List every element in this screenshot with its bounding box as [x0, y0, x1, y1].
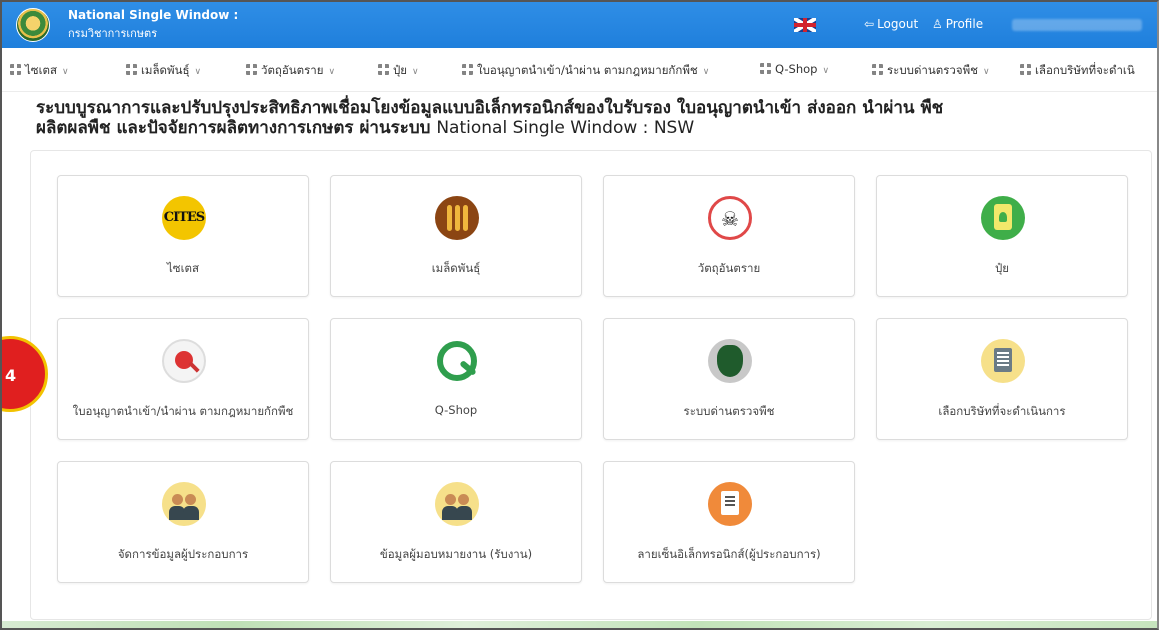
e-signature-icon: [708, 482, 752, 526]
page-title: ระบบบูรณาการและปรับปรุงประสิทธิภาพเชื่อม…: [36, 98, 1136, 138]
menu-item-label: ใบอนุญาตนำเข้า/นำผ่าน ตามกฎหมายกักพืช: [477, 63, 698, 77]
logout-label: Logout: [877, 17, 919, 31]
brand-subtitle: กรมวิชาการเกษตร: [68, 27, 158, 40]
chevron-down-icon: ∨: [62, 67, 69, 77]
chevron-down-icon: ∨: [702, 67, 710, 77]
top-header: National Single Window : กรมวิชาการเกษตร…: [2, 2, 1157, 48]
hazard-icon: ☠: [708, 196, 752, 240]
menu-item-label: ระบบด่านตรวจพืช: [887, 63, 978, 77]
menu-item-plant-checkpoint[interactable]: ระบบด่านตรวจพืช ∨: [872, 62, 990, 80]
card-select-company[interactable]: เลือกบริษัทที่จะดำเนินการ: [876, 318, 1128, 440]
grid-icon: [1020, 64, 1031, 75]
menu-item-label: ไซเตส: [25, 63, 58, 77]
doa-logo-icon: [16, 8, 50, 42]
cites-icon-text: CITES: [163, 210, 205, 225]
profile-button[interactable]: ♙ Profile: [932, 17, 983, 31]
page-title-line2: ผลิตผลพืช และปัจจัยการผลิตทางการเกษตร ผ่…: [36, 118, 1136, 138]
card-e-signature[interactable]: ลายเซ็นอิเล็กทรอนิกส์(ผู้ประกอบการ): [603, 461, 855, 583]
manage-operator-icon: [162, 482, 206, 526]
grid-icon: [872, 64, 883, 75]
menu-item-cites[interactable]: ไซเตส ∨: [10, 62, 69, 80]
page-title-line2-text: ผลิตผลพืช และปัจจัยการผลิตทางการเกษตร ผ่…: [36, 118, 431, 138]
card-cites[interactable]: CITES ไซเตส: [57, 175, 309, 297]
card-label: ลายเซ็นอิเล็กทรอนิกส์(ผู้ประกอบการ): [637, 547, 821, 561]
assignor-info-icon: [435, 482, 479, 526]
profile-icon: ♙: [932, 17, 943, 31]
menu-item-select-company[interactable]: เลือกบริษัทที่จะดำเนิ: [1020, 62, 1135, 80]
card-label: ใบอนุญาตนำเข้า/นำผ่าน ตามกฎหมายกักพืช: [72, 404, 294, 418]
menu-item-hazardous[interactable]: วัตถุอันตราย ∨: [246, 62, 335, 80]
card-label: เลือกบริษัทที่จะดำเนินการ: [938, 404, 1066, 418]
main-menu: ไซเตส ∨ เมล็ดพันธุ์ ∨ วัตถุอันตราย ∨ ปุ๋ย ∨ …: [2, 48, 1157, 92]
card-assignor-info[interactable]: ข้อมูลผู้มอบหมายงาน (รับงาน): [330, 461, 582, 583]
chevron-down-icon: ∨: [822, 66, 830, 76]
menu-item-label: ปุ๋ย: [393, 63, 408, 77]
chevron-down-icon: ∨: [982, 67, 990, 77]
card-qshop[interactable]: Q-Shop: [330, 318, 582, 440]
chevron-down-icon: ∨: [412, 67, 419, 77]
cites-icon: CITES: [162, 196, 206, 240]
menu-item-fertilizer[interactable]: ปุ๋ย ∨: [378, 62, 419, 80]
fertilizer-icon: [981, 196, 1025, 240]
hazard-icon-glyph: ☠: [721, 207, 739, 231]
card-label: Q-Shop: [434, 403, 478, 417]
profile-label: Profile: [945, 17, 984, 31]
page-title-line1: ระบบบูรณาการและปรับปรุงประสิทธิภาพเชื่อม…: [36, 98, 944, 118]
menu-item-label: Q-Shop: [775, 62, 818, 76]
logout-button[interactable]: ⇦ Logout: [864, 17, 918, 31]
annotation-number: 4: [5, 366, 17, 385]
module-panel: CITES ไซเตส เมล็ดพันธุ์ ☠ วัตถุอันตราย ป…: [30, 150, 1152, 620]
grid-icon: [126, 64, 137, 75]
card-seed[interactable]: เมล็ดพันธุ์: [330, 175, 582, 297]
qshop-icon: [435, 339, 479, 383]
menu-item-qshop[interactable]: Q-Shop ∨: [760, 62, 829, 76]
card-import-permit[interactable]: ใบอนุญาตนำเข้า/นำผ่าน ตามกฎหมายกักพืช: [57, 318, 309, 440]
menu-item-import-permit[interactable]: ใบอนุญาตนำเข้า/นำผ่าน ตามกฎหมายกักพืช ∨: [462, 62, 709, 80]
seed-icon: [435, 196, 479, 240]
app-window: National Single Window : กรมวิชาการเกษตร…: [0, 0, 1159, 630]
card-label: ระบบด่านตรวจพืช: [683, 404, 775, 418]
page-title-nsw: National Single Window : NSW: [436, 118, 695, 138]
plant-quarantine-icon: [162, 339, 206, 383]
uk-flag-icon[interactable]: [794, 18, 816, 32]
select-company-icon: [981, 339, 1025, 383]
menu-item-label: วัตถุอันตราย: [261, 63, 324, 77]
chevron-down-icon: ∨: [194, 67, 202, 77]
card-label: ปุ๋ย: [994, 261, 1010, 275]
card-label: จัดการข้อมูลผู้ประกอบการ: [117, 547, 249, 561]
logout-icon: ⇦: [864, 17, 875, 31]
card-label: ข้อมูลผู้มอบหมายงาน (รับงาน): [379, 547, 533, 561]
background-decoration: [2, 621, 1157, 628]
menu-item-seed[interactable]: เมล็ดพันธุ์ ∨: [126, 62, 201, 80]
plant-checkpoint-icon: [708, 339, 752, 383]
card-label: เมล็ดพันธุ์: [431, 261, 481, 275]
card-plant-checkpoint[interactable]: ระบบด่านตรวจพืช: [603, 318, 855, 440]
card-manage-operator[interactable]: จัดการข้อมูลผู้ประกอบการ: [57, 461, 309, 583]
grid-icon: [462, 64, 473, 75]
menu-item-label: เลือกบริษัทที่จะดำเนิ: [1035, 63, 1135, 77]
chevron-down-icon: ∨: [328, 67, 336, 77]
card-label: วัตถุอันตราย: [697, 261, 761, 275]
card-label: ไซเตส: [166, 261, 199, 275]
menu-item-label: เมล็ดพันธุ์: [141, 63, 190, 77]
grid-icon: [378, 64, 389, 75]
grid-icon: [246, 64, 257, 75]
brand-title: National Single Window :: [68, 8, 239, 22]
grid-icon: [760, 63, 771, 74]
user-name-blurred[interactable]: [1012, 19, 1142, 31]
grid-icon: [10, 64, 21, 75]
card-hazardous[interactable]: ☠ วัตถุอันตราย: [603, 175, 855, 297]
card-fertilizer[interactable]: ปุ๋ย: [876, 175, 1128, 297]
